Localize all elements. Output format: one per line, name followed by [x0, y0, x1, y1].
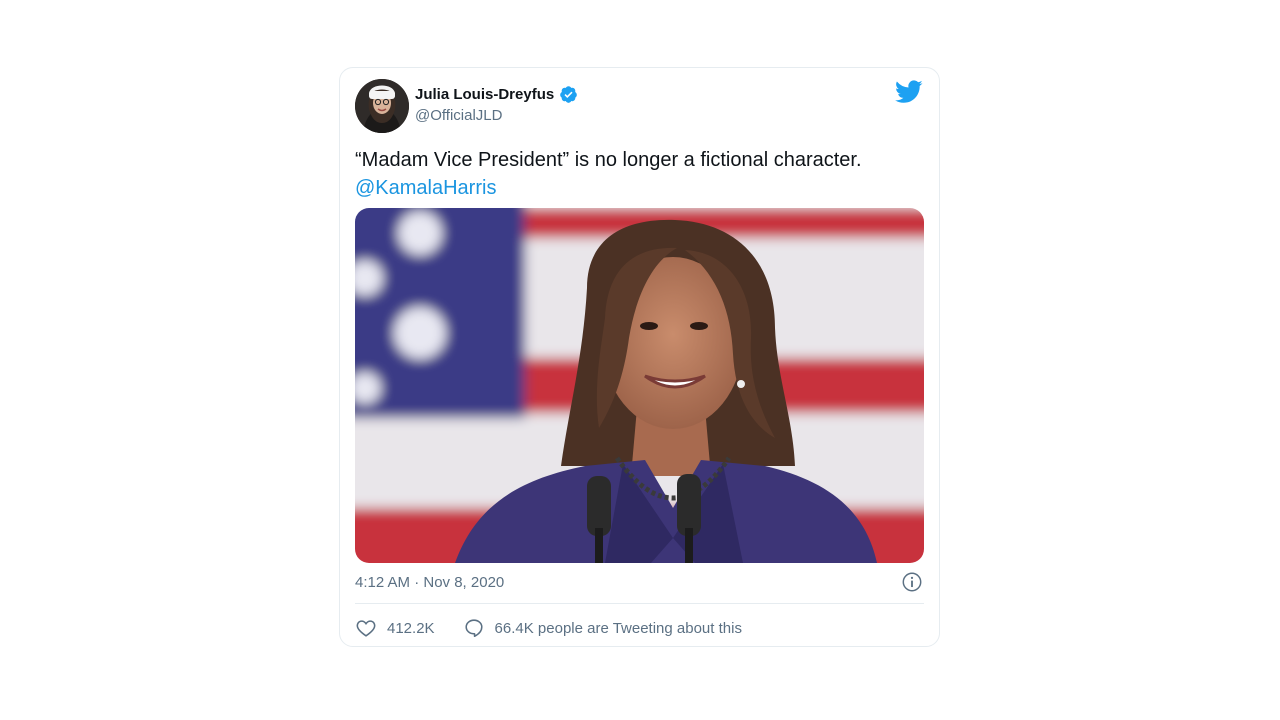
like-count: 412.2K [387, 619, 435, 637]
tweet-actions: 412.2K 66.4K people are Tweeting about t… [355, 617, 742, 639]
tweet-text: “Madam Vice President” is no longer a fi… [355, 146, 925, 202]
tweet-photo[interactable] [355, 208, 924, 563]
tweet-timestamp[interactable]: 4:12 AM · Nov 8, 2020 [355, 574, 504, 591]
info-icon[interactable] [901, 571, 923, 593]
author-name[interactable]: Julia Louis-Dreyfus [415, 86, 554, 103]
mention-link[interactable]: @KamalaHarris [355, 174, 496, 202]
avatar-image [355, 79, 409, 133]
tweet-card: Julia Louis-Dreyfus @OfficialJLD “Madam … [339, 67, 940, 647]
author-block: Julia Louis-Dreyfus @OfficialJLD [415, 85, 578, 124]
tweeting-count: 66.4K people are Tweeting about this [494, 619, 742, 637]
like-button[interactable]: 412.2K [355, 617, 435, 639]
divider [355, 603, 924, 604]
author-name-row: Julia Louis-Dreyfus [415, 85, 578, 104]
heart-icon [356, 620, 376, 637]
tweet-body: “Madam Vice President” is no longer a fi… [355, 149, 862, 171]
reply-bubble-icon [464, 619, 483, 638]
conversation-button[interactable]: 66.4K people are Tweeting about this [463, 617, 742, 639]
verified-badge-icon [560, 86, 578, 103]
author-avatar[interactable] [355, 79, 409, 133]
photo [355, 208, 924, 563]
author-handle[interactable]: @OfficialJLD [415, 107, 578, 124]
twitter-bird-icon[interactable] [895, 80, 923, 104]
